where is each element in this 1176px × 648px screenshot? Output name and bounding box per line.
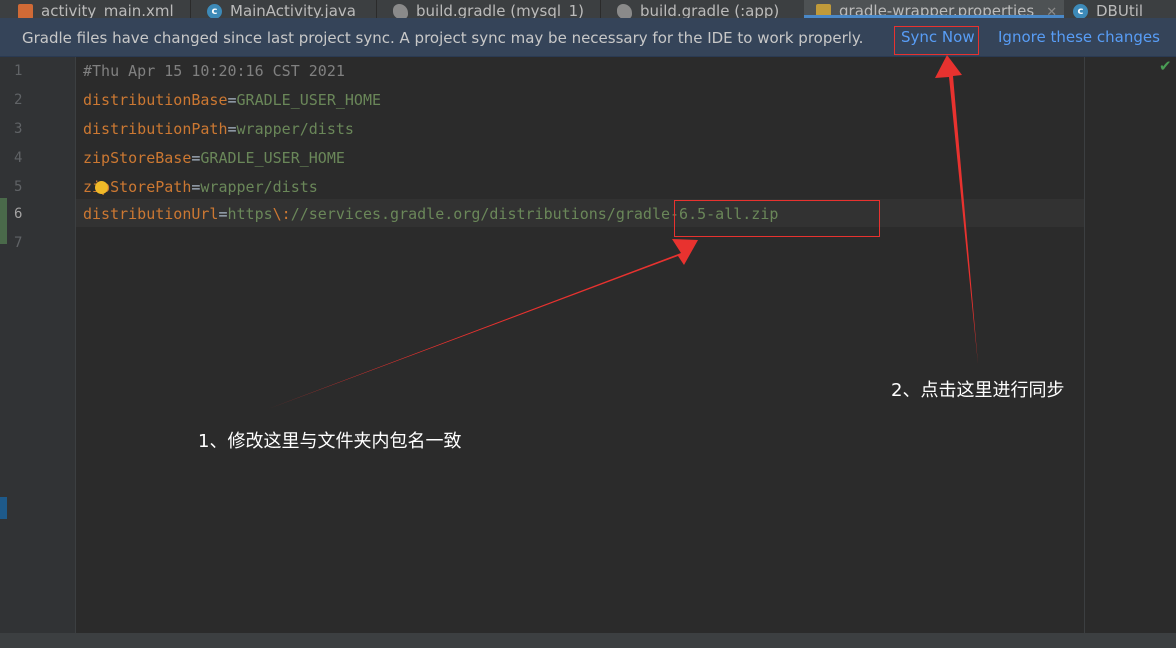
annotation-arrows xyxy=(268,55,978,409)
arrow-to-zip-name xyxy=(268,239,698,409)
annotation-note-edit: 1、修改这里与文件夹内包名一致 xyxy=(198,431,462,452)
annotation-note-sync: 2、点击这里进行同步 xyxy=(891,380,1065,401)
arrow-to-sync-now xyxy=(935,55,978,364)
